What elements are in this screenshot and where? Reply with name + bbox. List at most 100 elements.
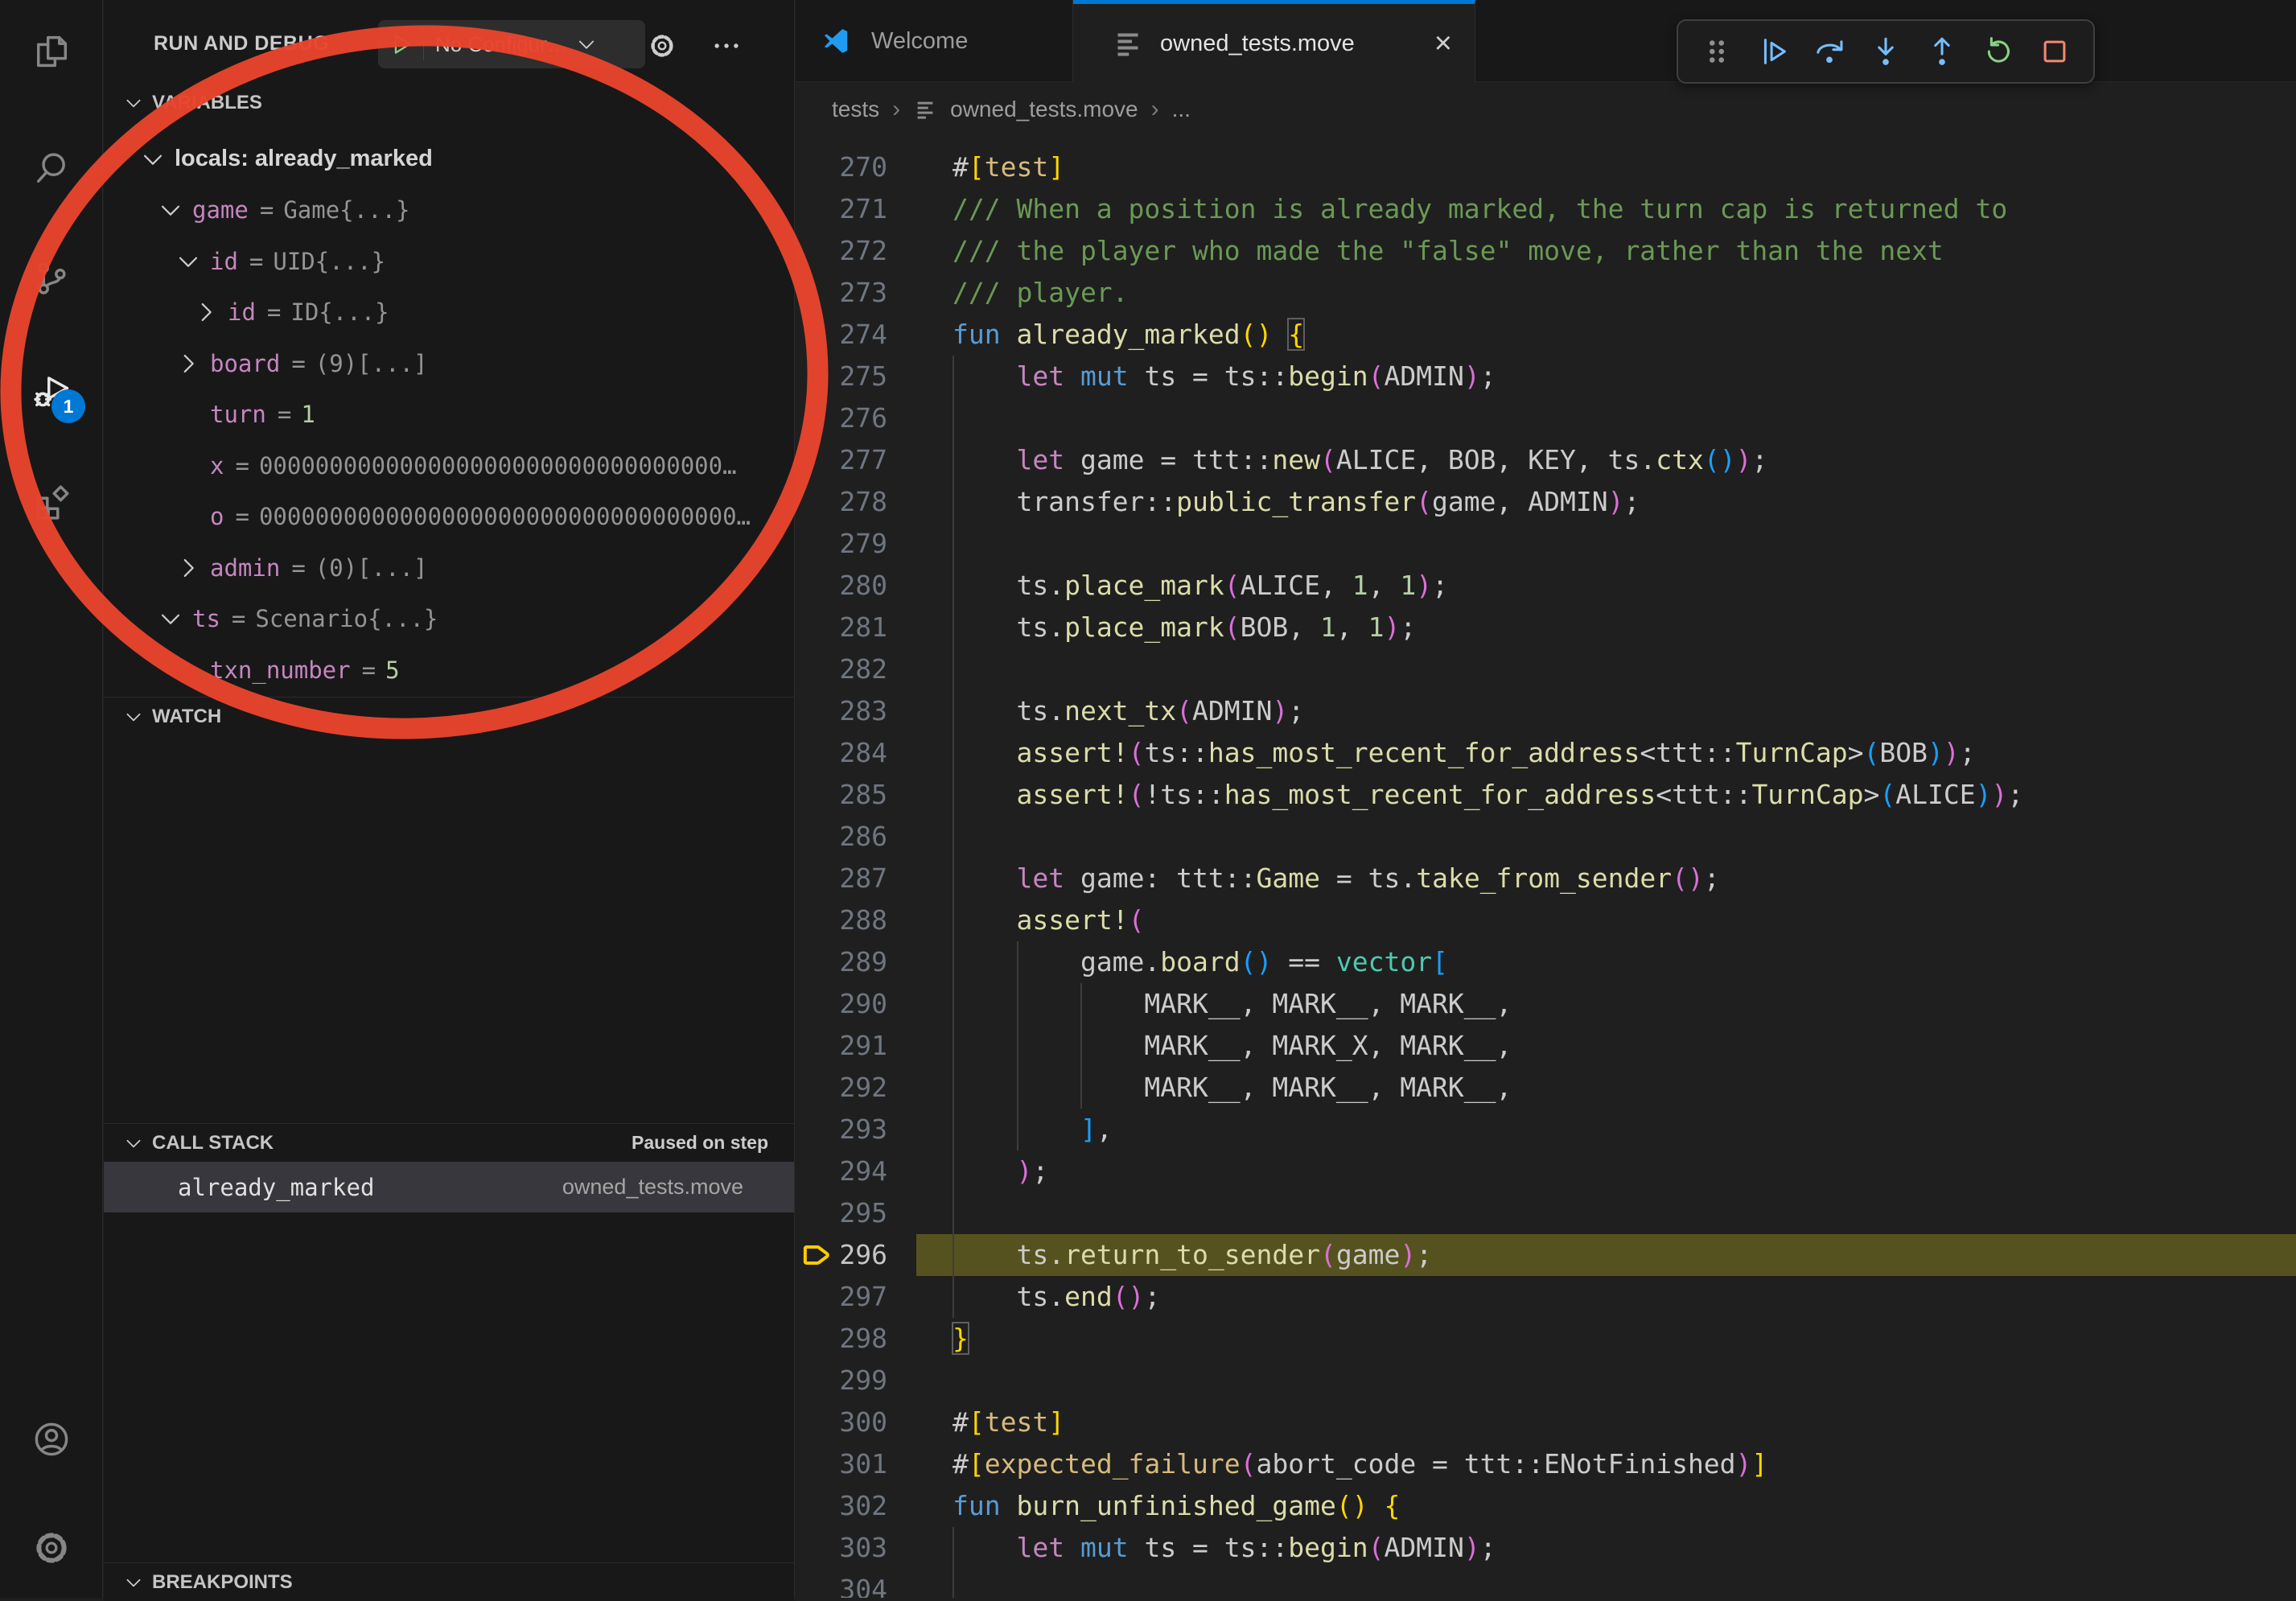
code-line[interactable]: 282: [796, 648, 2296, 690]
watch-section-header[interactable]: WATCH: [104, 697, 794, 735]
code-line[interactable]: 274 fun already_marked() {: [796, 314, 2296, 356]
continue-button[interactable]: [1750, 28, 1796, 75]
code-line-text[interactable]: ts.next_tx(ADMIN);: [953, 690, 1304, 732]
code-line-text[interactable]: ts.place_mark(BOB, 1, 1);: [953, 607, 1416, 648]
code-line[interactable]: 295: [796, 1192, 2296, 1234]
line-number[interactable]: 292: [796, 1067, 887, 1109]
restart-button[interactable]: [1975, 28, 2022, 75]
step-over-button[interactable]: [1806, 28, 1853, 75]
variable-row[interactable]: turn=1: [104, 389, 794, 441]
code-line[interactable]: 302fun burn_unfinished_game() {: [796, 1485, 2296, 1527]
code-line-text[interactable]: #[test]: [953, 1401, 1064, 1443]
code-line[interactable]: 292 MARK__, MARK__, MARK__,: [796, 1067, 2296, 1109]
code-line-text[interactable]: MARK__, MARK__, MARK__,: [953, 1067, 1512, 1109]
line-number[interactable]: 303: [796, 1527, 887, 1569]
code-line-text[interactable]: ],: [953, 1109, 1113, 1150]
code-line[interactable]: 283 ts.next_tx(ADMIN);: [796, 690, 2296, 732]
code-line[interactable]: 301#[expected_failure(abort_code = ttt::…: [796, 1443, 2296, 1485]
breakpoints-section-header[interactable]: BREAKPOINTS: [104, 1562, 794, 1601]
line-number[interactable]: 287: [796, 858, 887, 899]
call-stack-frame[interactable]: already_marked owned_tests.move: [104, 1162, 794, 1212]
launch-configuration-dropdown[interactable]: No Configurations: [378, 20, 645, 68]
code-line[interactable]: 290 MARK__, MARK__, MARK__,: [796, 983, 2296, 1025]
line-number[interactable]: 286: [796, 816, 887, 858]
breadcrumb-item-file[interactable]: owned_tests.move: [950, 97, 1138, 122]
more-actions-button[interactable]: [711, 31, 742, 61]
line-number[interactable]: 300: [796, 1401, 887, 1443]
line-number[interactable]: 274: [796, 314, 887, 356]
line-number[interactable]: 289: [796, 941, 887, 983]
code-line[interactable]: 284 assert!(ts::has_most_recent_for_addr…: [796, 732, 2296, 774]
line-number[interactable]: 294: [796, 1150, 887, 1192]
start-debugging-icon[interactable]: [388, 31, 415, 58]
code-line[interactable]: 285 assert!(!ts::has_most_recent_for_add…: [796, 774, 2296, 816]
line-number[interactable]: 280: [796, 565, 887, 607]
code-line[interactable]: 279: [796, 523, 2296, 565]
code-line-text[interactable]: MARK__, MARK_X, MARK__,: [953, 1025, 1512, 1067]
code-line-text[interactable]: assert!(: [953, 899, 1144, 941]
code-line[interactable]: 280 ts.place_mark(ALICE, 1, 1);: [796, 565, 2296, 607]
code-line[interactable]: 289 game.board() == vector[: [796, 941, 2296, 983]
variable-row[interactable]: admin=(0)[...]: [104, 542, 794, 594]
line-number[interactable]: 297: [796, 1276, 887, 1318]
line-number[interactable]: 271: [796, 188, 887, 230]
code-editor[interactable]: 270#[test]271/// When a position is alre…: [796, 135, 2296, 1598]
line-number[interactable]: 273: [796, 272, 887, 314]
drag-gripper[interactable]: [1693, 28, 1740, 75]
line-number[interactable]: 272: [796, 230, 887, 272]
activity-bar-source-control-icon[interactable]: [31, 257, 72, 299]
line-number[interactable]: 301: [796, 1443, 887, 1485]
chevron-down-icon[interactable]: [154, 605, 187, 632]
activity-bar-account-icon[interactable]: [31, 1418, 72, 1460]
line-number[interactable]: 293: [796, 1109, 887, 1150]
code-line-text[interactable]: fun already_marked() {: [953, 314, 1304, 356]
code-line[interactable]: 294 );: [796, 1150, 2296, 1192]
code-line[interactable]: 304: [796, 1569, 2296, 1598]
line-number[interactable]: 302: [796, 1485, 887, 1527]
code-line[interactable]: 270 #[test]: [796, 146, 2296, 188]
close-tab-icon[interactable]: ×: [1434, 28, 1452, 59]
code-line[interactable]: 277 let game = ttt::new(ALICE, BOB, KEY,…: [796, 439, 2296, 481]
code-line[interactable]: 281 ts.place_mark(BOB, 1, 1);: [796, 607, 2296, 648]
variable-row[interactable]: txn_number=5: [104, 644, 794, 696]
code-line[interactable]: 288 assert!(: [796, 899, 2296, 941]
variable-row[interactable]: x=000000000000000000000000000000000…: [104, 440, 794, 492]
line-number[interactable]: 275: [796, 356, 887, 397]
code-line-text[interactable]: ts.end();: [953, 1276, 1160, 1318]
code-line-text[interactable]: ts.return_to_sender(game);: [953, 1234, 1432, 1276]
code-line[interactable]: 271/// When a position is already marked…: [796, 188, 2296, 230]
code-line[interactable]: 286: [796, 816, 2296, 858]
tab-welcome[interactable]: Welcome: [796, 0, 1073, 82]
stop-button[interactable]: [2031, 28, 2078, 75]
variables-section-header[interactable]: VARIABLES: [104, 84, 794, 122]
line-number[interactable]: 288: [796, 899, 887, 941]
code-line-text[interactable]: assert!(ts::has_most_recent_for_address<…: [953, 732, 1976, 774]
code-line[interactable]: 276: [796, 397, 2296, 439]
code-line-text[interactable]: }: [953, 1318, 969, 1360]
chevron-down-icon[interactable]: [171, 248, 205, 275]
chevron-right-icon[interactable]: [171, 350, 205, 377]
line-number[interactable]: 279: [796, 523, 887, 565]
step-into-button[interactable]: [1862, 28, 1909, 75]
code-line[interactable]: 287 let game: ttt::Game = ts.take_from_s…: [796, 858, 2296, 899]
code-line-text[interactable]: /// the player who made the "false" move…: [953, 230, 1944, 272]
code-line-text[interactable]: );: [953, 1150, 1048, 1192]
code-line-text[interactable]: assert!(!ts::has_most_recent_for_address…: [953, 774, 2023, 816]
variable-row[interactable]: id=ID{...}: [104, 287, 794, 339]
code-line[interactable]: 299: [796, 1360, 2296, 1401]
breadcrumb-item-tests[interactable]: tests: [832, 97, 879, 122]
line-number[interactable]: 285: [796, 774, 887, 816]
code-line[interactable]: 296 ts.return_to_sender(game);: [796, 1234, 2296, 1276]
line-number[interactable]: 278: [796, 481, 887, 523]
variable-row[interactable]: id=UID{...}: [104, 236, 794, 287]
line-number[interactable]: 270: [796, 146, 887, 188]
code-line-text[interactable]: /// player.: [953, 272, 1129, 314]
variable-row[interactable]: o=0000000000000000000000000000000000…: [104, 492, 794, 543]
chevron-right-icon[interactable]: [189, 298, 223, 326]
code-line[interactable]: 298}: [796, 1318, 2296, 1360]
line-number[interactable]: 283: [796, 690, 887, 732]
code-line[interactable]: 272 /// the player who made the "false" m…: [796, 230, 2296, 272]
code-line-text[interactable]: #[test]: [953, 146, 1064, 188]
chevron-down-icon[interactable]: [154, 196, 187, 224]
line-number[interactable]: 281: [796, 607, 887, 648]
